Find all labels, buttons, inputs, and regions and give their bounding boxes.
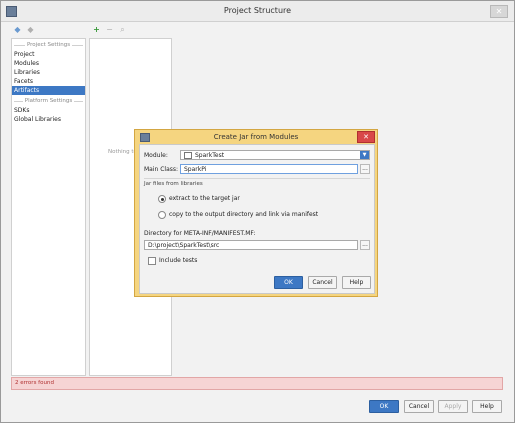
include-tests-label[interactable]: Include tests [159,257,197,264]
window-title: Project Structure [223,6,292,15]
chevron-down-icon[interactable]: ▼ [360,151,369,159]
back-arrow-icon[interactable]: ◆ [13,25,22,34]
project-settings-header: Project Settings [12,42,85,48]
main-class-input[interactable]: SparkPi [180,164,358,174]
jar-files-label: Jar files from libraries [144,181,203,187]
empty-list-text: Nothing to [108,149,137,155]
module-icon [184,152,192,159]
sidebar-item-global-libraries[interactable]: Global Libraries [12,115,85,124]
sidebar-item-modules[interactable]: Modules [12,59,85,68]
forward-arrow-icon[interactable]: ◆ [26,25,35,34]
dialog-title-bar: Create Jar from Modules ✕ [135,130,377,143]
search-icon[interactable]: ⌕ [118,25,127,34]
copy-option-label[interactable]: copy to the output directory and link vi… [169,211,318,218]
extract-radio[interactable] [158,195,166,203]
copy-radio[interactable] [158,211,166,219]
manifest-dir-label: Directory for META-INF/MANIFEST.MF: [144,230,256,237]
window-close-button[interactable]: ✕ [490,5,508,18]
include-tests-checkbox[interactable] [148,257,156,265]
title-bar: Project Structure ✕ [1,1,514,22]
help-button[interactable]: Help [472,400,502,413]
dialog-title: Create Jar from Modules [213,133,299,141]
module-value: SparkTest [195,152,225,159]
project-structure-window: Project Structure ✕ ◆ ◆ + − ⌕ Project Setti… [0,0,515,423]
divider [144,178,370,179]
manifest-dir-browse-button[interactable]: ... [360,240,370,250]
error-status-bar[interactable]: 2 errors found [11,377,503,390]
dialog-close-button[interactable]: ✕ [357,131,375,143]
create-jar-dialog: Create Jar from Modules ✕ Module: SparkT… [134,129,378,297]
main-class-label: Main Class: [144,166,179,173]
sidebar-item-project[interactable]: Project [12,50,85,59]
artifact-toolbar: + − ⌕ [92,25,131,34]
remove-icon[interactable]: − [105,25,114,34]
sidebar-item-libraries[interactable]: Libraries [12,68,85,77]
sidebar-item-facets[interactable]: Facets [12,77,85,86]
apply-button[interactable]: Apply [438,400,468,413]
dialog-help-button[interactable]: Help [342,276,371,289]
dialog-cancel-button[interactable]: Cancel [308,276,337,289]
sidebar-item-sdks[interactable]: SDKs [12,106,85,115]
extract-option-label[interactable]: extract to the target jar [169,195,240,202]
sidebar-item-artifacts[interactable]: Artifacts [12,86,85,95]
errors-found-text: 2 errors found [15,380,54,386]
dialog-ok-button[interactable]: OK [274,276,303,289]
platform-settings-header: Platform Settings [12,98,85,104]
add-icon[interactable]: + [92,25,101,34]
module-label: Module: [144,152,168,159]
main-class-browse-button[interactable]: ... [360,164,370,174]
settings-sidebar: Project Settings Project Modules Librari… [11,38,86,376]
manifest-dir-input[interactable]: D:\project\SparkTest\src [144,240,358,250]
module-combo[interactable]: SparkTest ▼ [180,150,370,160]
ok-button[interactable]: OK [369,400,399,413]
cancel-button[interactable]: Cancel [404,400,434,413]
nav-toolbar: ◆ ◆ [13,25,39,34]
dialog-body: Module: SparkTest ▼ Main Class: SparkPi … [139,144,375,294]
